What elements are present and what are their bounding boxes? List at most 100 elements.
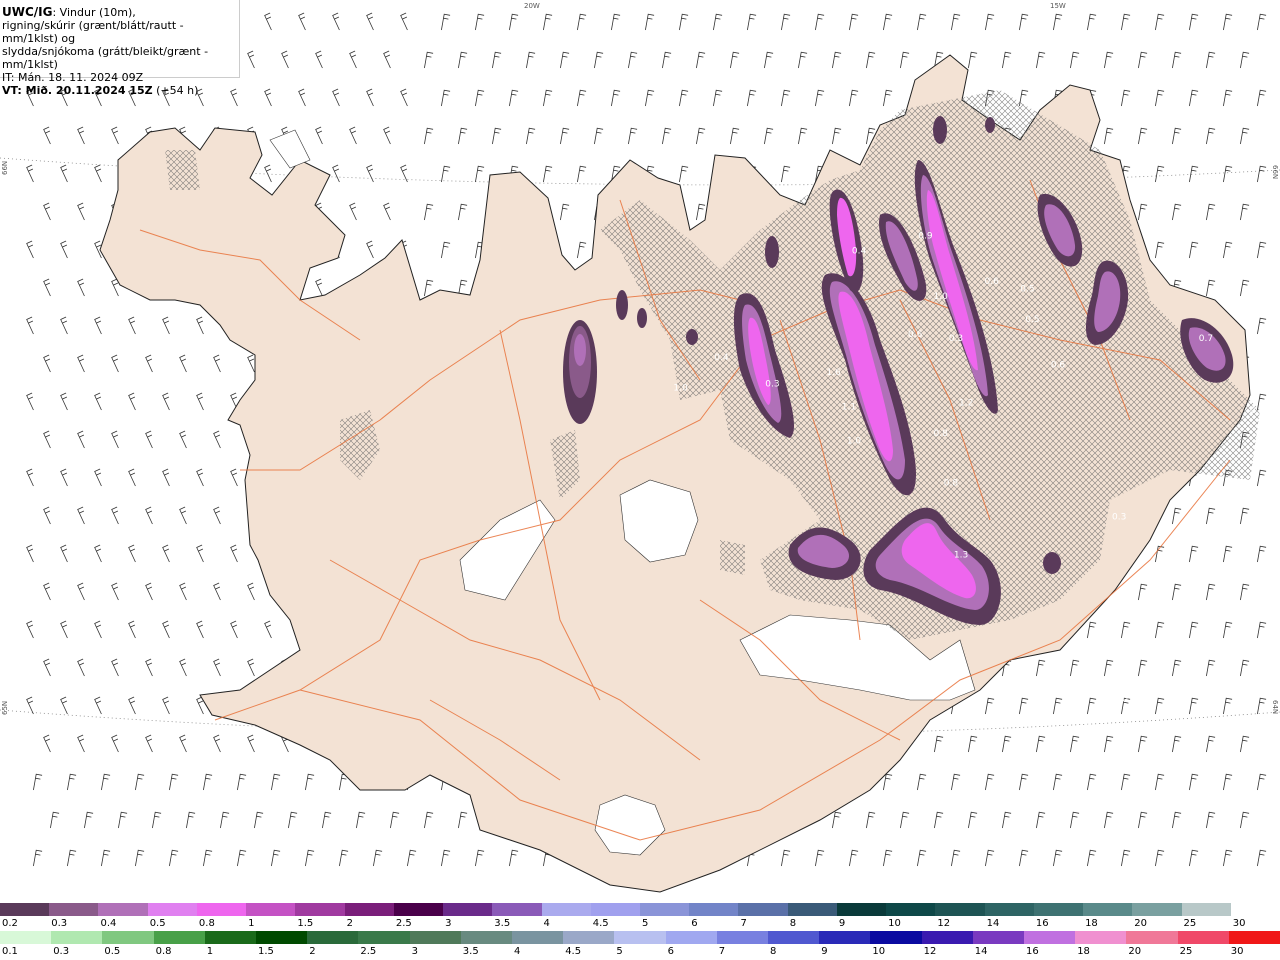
lat-label-right-64n: 64N	[1271, 700, 1279, 714]
description-line-3: slydda/snjókoma (grátt/bleikt/grænt - mm…	[2, 45, 209, 71]
precip-value-label: 1.6	[826, 368, 841, 378]
precip-value-label: 0.8	[1076, 722, 1091, 732]
legend-swatch	[98, 903, 148, 916]
precip-value-label: 0.6	[1051, 361, 1066, 371]
legend-swatch	[563, 931, 615, 944]
legend-label: 2	[309, 946, 316, 957]
legend-label: 5	[616, 946, 623, 957]
lon-label-15w: 15W	[1050, 2, 1066, 10]
precip-value-label: 0.4	[714, 353, 729, 363]
legend-rain-labels: 0.1 0.3 0.5 0.8 1 1.5 2 2.5 3 3.5 4 4.5 5 6 7 8 9 10 12 14 1…	[0, 946, 1280, 959]
legend-swatch	[1177, 931, 1229, 944]
legend-swatch	[153, 931, 205, 944]
legend-label: 8	[789, 918, 797, 929]
legend-label: 0.8	[198, 918, 215, 929]
legend-label: 6	[691, 918, 698, 929]
precip-value-label: 0.3	[1143, 687, 1157, 697]
legend-label: 4.5	[592, 918, 609, 929]
precip-value-label: 0.3	[1112, 513, 1126, 523]
legend-swatch	[836, 903, 887, 916]
legend-swatch	[1033, 903, 1084, 916]
legend-label: 1.5	[297, 918, 314, 929]
precip-value-label: 0.7	[1199, 334, 1213, 344]
legend-swatch	[1181, 903, 1231, 916]
precip-value-label: 0.4	[852, 247, 867, 257]
legend-label: 25	[1183, 918, 1197, 929]
legend-label: 14	[986, 918, 1000, 929]
legend-swatch	[393, 903, 444, 916]
legend-label: 4	[514, 946, 521, 957]
forecast-offset: (+54 h)	[152, 84, 199, 97]
legend-swatch	[787, 903, 837, 916]
legend-label: 12	[937, 918, 951, 929]
legend-label: 3	[411, 946, 418, 957]
legend-snow-colorbar	[0, 903, 1280, 916]
legend-swatch	[460, 931, 512, 944]
legend-label: 2	[346, 918, 353, 929]
precip-value-label: 0.6	[1168, 239, 1183, 249]
lat-label-left-65n: 65N	[1, 701, 9, 715]
legend-rain-colorbar	[0, 931, 1280, 944]
precip-value-label: 0.5	[898, 687, 912, 697]
legend-swatch	[1230, 903, 1280, 916]
legend-label: 5	[642, 918, 649, 929]
precip-value-label: 0.8	[934, 429, 949, 439]
precip-value-label: 0.6	[908, 330, 923, 340]
legend-label: 12	[923, 946, 937, 957]
legend-swatch	[640, 903, 690, 916]
legend-label: 9	[821, 946, 828, 957]
valid-time-line: VT: Mið. 20.11.2024 15Z (+54 h)	[2, 84, 239, 97]
legend-swatch	[614, 931, 666, 944]
forecast-map[interactable]: 1.0 0.4 0.3 1.6 1.1 1.0 0.4 0.9 1.0 0.6 0.3 1.2 0.8 0…	[0, 0, 1280, 900]
precip-value-label: 1.3	[954, 551, 968, 561]
legend-swatch	[984, 903, 1034, 916]
legend-swatch	[344, 903, 394, 916]
precip-value-label: 1.2	[959, 399, 973, 409]
legend-swatch	[204, 931, 256, 944]
precip-value-label: 0.6	[985, 277, 1000, 287]
legend-label: 1.5	[258, 946, 274, 957]
precip-value-label: 1.0	[673, 383, 688, 393]
precip-value-label: 0.7	[1250, 406, 1264, 416]
precip-value-label: 1.1	[842, 402, 856, 412]
legend-swatch	[590, 903, 640, 916]
legend-label: 0.5	[149, 918, 166, 929]
lon-label-20w: 20W	[524, 2, 540, 10]
legend-swatch	[819, 931, 871, 944]
legend-swatch	[307, 931, 359, 944]
description-line-2: rigning/skúrir (grænt/blátt/rautt - mm/1…	[2, 19, 184, 45]
legend-label: 1	[206, 946, 214, 957]
legend-swatch	[1126, 931, 1178, 944]
legend-swatch	[541, 903, 591, 916]
legend-label: 18	[1077, 946, 1090, 957]
valid-time: VT: Mið. 20.11.2024 15Z	[2, 84, 153, 97]
legend-snow-labels: 0.2 0.3 0.4 0.5 0.8 1 1.5 2 2.5 3 3.5 4 4.5 5 6 7 8 9 10 12…	[0, 918, 1280, 931]
legend-label: 9	[838, 918, 846, 929]
legend-swatch	[870, 931, 922, 944]
legend-label: 3	[445, 918, 452, 929]
lat-label-right-66n: 66N	[1271, 165, 1279, 179]
legend-swatch	[689, 903, 739, 916]
precip-value-label: 0.8	[944, 478, 959, 488]
legend-label: 0.4	[100, 918, 117, 929]
legend-swatch	[1075, 931, 1127, 944]
legend-swatch	[196, 903, 247, 916]
legend-label: 10	[872, 946, 886, 957]
legend-label: 0.5	[104, 946, 121, 957]
legend-swatch	[738, 903, 788, 916]
precip-value-label: 0.5	[1020, 285, 1034, 295]
legend-label: 20	[1134, 918, 1148, 929]
map-info-box: UWC/IG: Vindur (10m), rigning/skúrir (gr…	[0, 0, 240, 97]
legend-swatch	[972, 931, 1024, 944]
legend-label: 0.3	[51, 918, 68, 929]
precip-value-label: 1.0	[934, 292, 949, 302]
legend-label: 18	[1085, 918, 1098, 929]
legend-label: 0.3	[53, 946, 70, 957]
precip-value-label: 0.9	[918, 231, 933, 241]
legend-swatch	[512, 931, 564, 944]
legend-label: 7	[740, 918, 747, 929]
legend-swatch	[492, 903, 542, 916]
legend-swatch	[443, 903, 493, 916]
legend-label: 6	[667, 946, 674, 957]
issue-time: IT: Mán. 18. 11. 2024 09Z	[2, 71, 144, 84]
